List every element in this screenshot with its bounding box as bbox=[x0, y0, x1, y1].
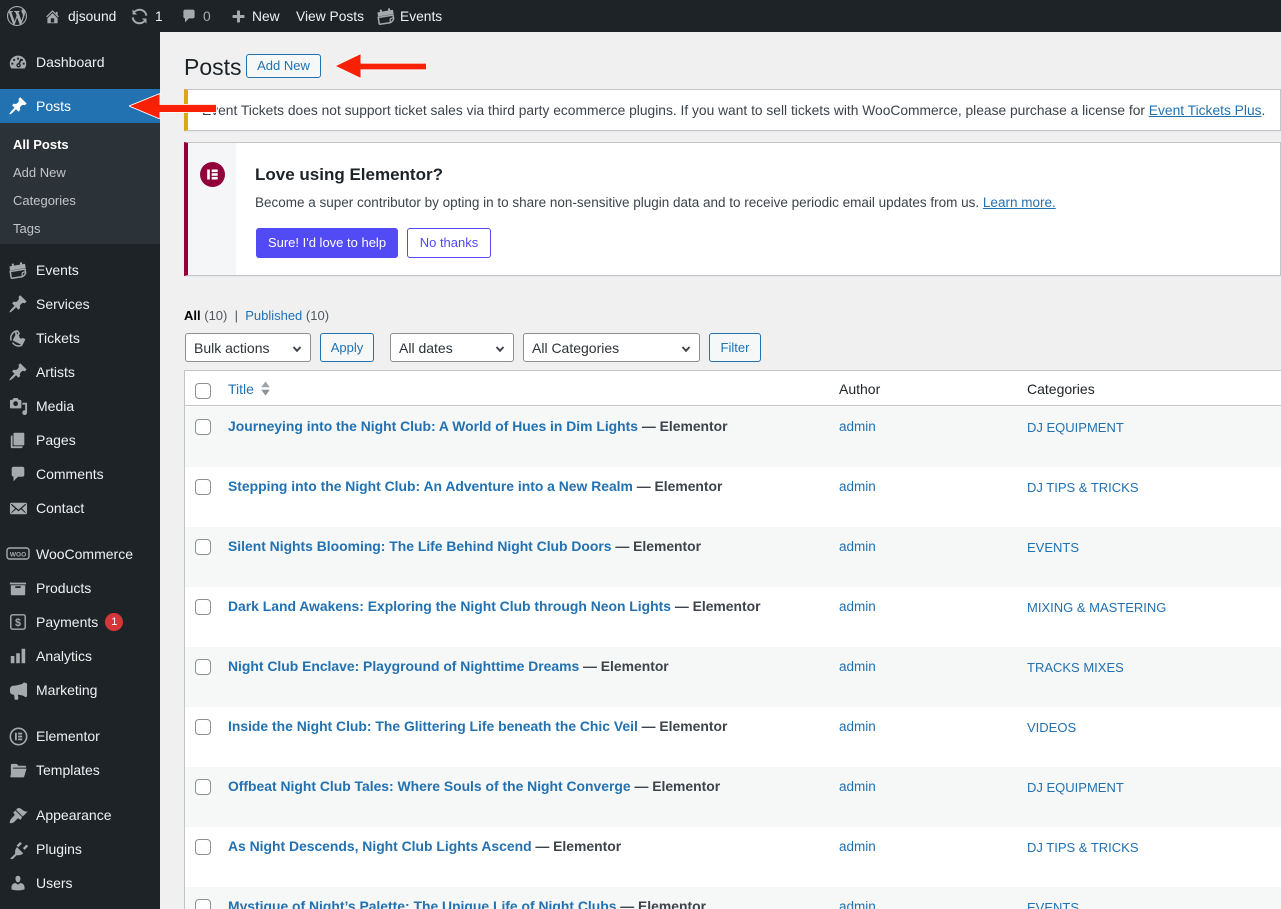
svg-text:WOO: WOO bbox=[10, 551, 26, 558]
svg-text:$: $ bbox=[15, 617, 21, 629]
